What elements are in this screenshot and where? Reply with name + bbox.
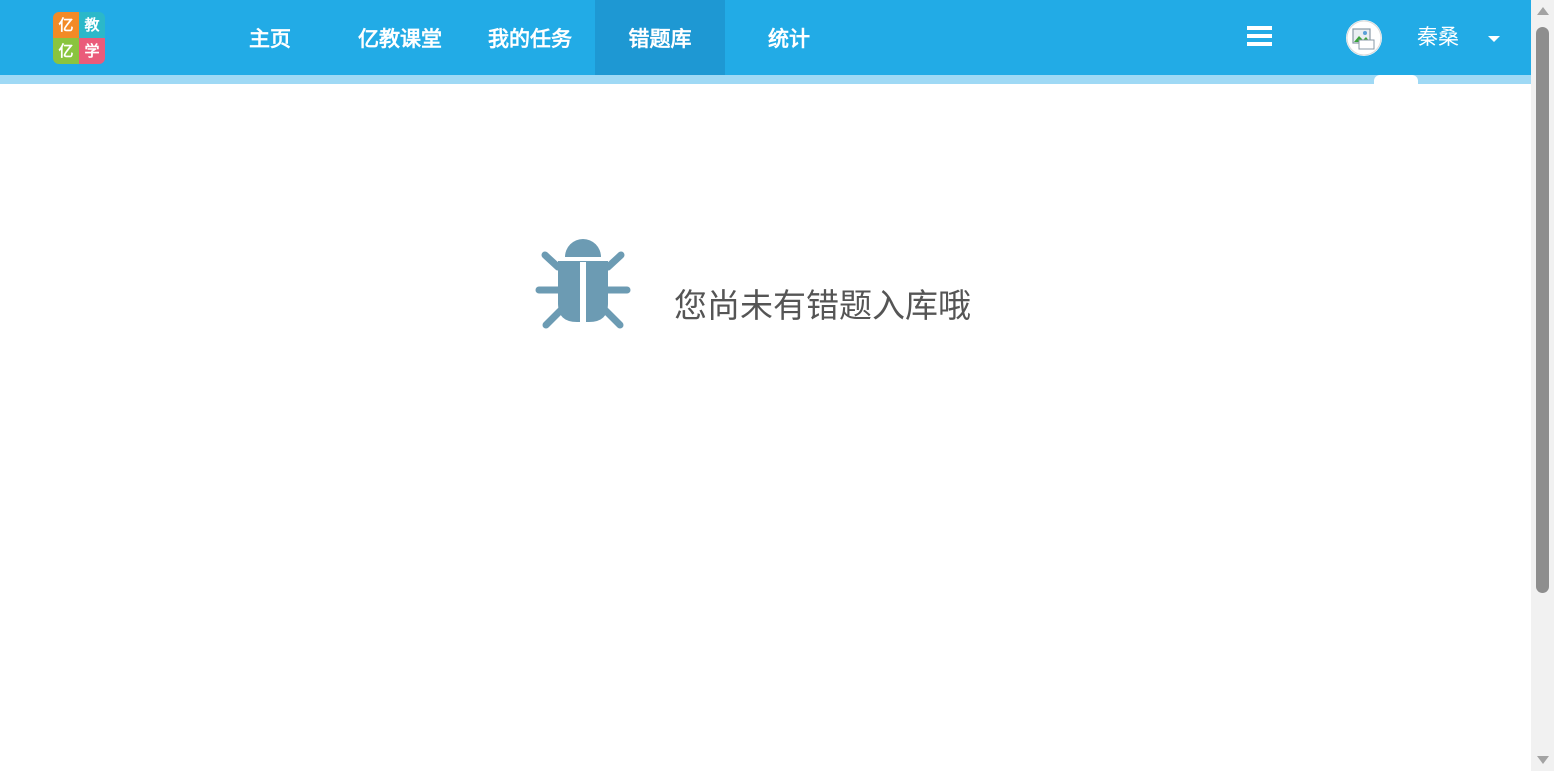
logo-char-2: 教 [79,12,105,38]
bug-icon [535,239,631,329]
user-name[interactable]: 秦桑 [1417,22,1459,52]
nav-item-my-tasks[interactable]: 我的任务 [470,0,590,75]
nav-item-label: 我的任务 [488,26,572,51]
caret-down-icon[interactable] [1488,36,1500,42]
nav-item-statistics[interactable]: 统计 [735,0,843,75]
nav-item-label: 亿教课堂 [358,26,442,51]
empty-state: 您尚未有错题入库哦 [534,232,1014,332]
nav-item-classroom[interactable]: 亿教课堂 [340,0,460,75]
nav-item-mistake-bank[interactable]: 错题库 [595,0,725,75]
nav-item-home[interactable]: 主页 [225,0,315,75]
hamburger-menu-icon[interactable] [1247,26,1273,46]
user-avatar[interactable] [1346,20,1382,56]
top-navigation-bar: 亿 教 亿 学 主页 亿教课堂 我的任务 错题库 统计 秦桑 [0,0,1531,75]
empty-state-message: 您尚未有错题入库哦 [674,286,971,325]
nav-item-label: 统计 [768,26,810,51]
logo-char-1: 亿 [53,12,79,38]
logo-char-3: 亿 [53,38,79,64]
nav-item-label: 主页 [249,26,291,51]
scroll-thumb[interactable] [1536,27,1549,593]
app-logo[interactable]: 亿 教 亿 学 [53,12,105,64]
scroll-down-arrow-icon[interactable] [1537,756,1549,764]
broken-image-avatar-icon [1346,20,1382,56]
nav-item-label: 错题库 [628,26,692,51]
header-notch [1374,75,1418,84]
scroll-up-arrow-icon[interactable] [1537,7,1549,15]
vertical-scrollbar[interactable] [1531,0,1554,771]
logo-char-4: 学 [79,38,105,64]
header-shadow-strip [0,75,1531,84]
